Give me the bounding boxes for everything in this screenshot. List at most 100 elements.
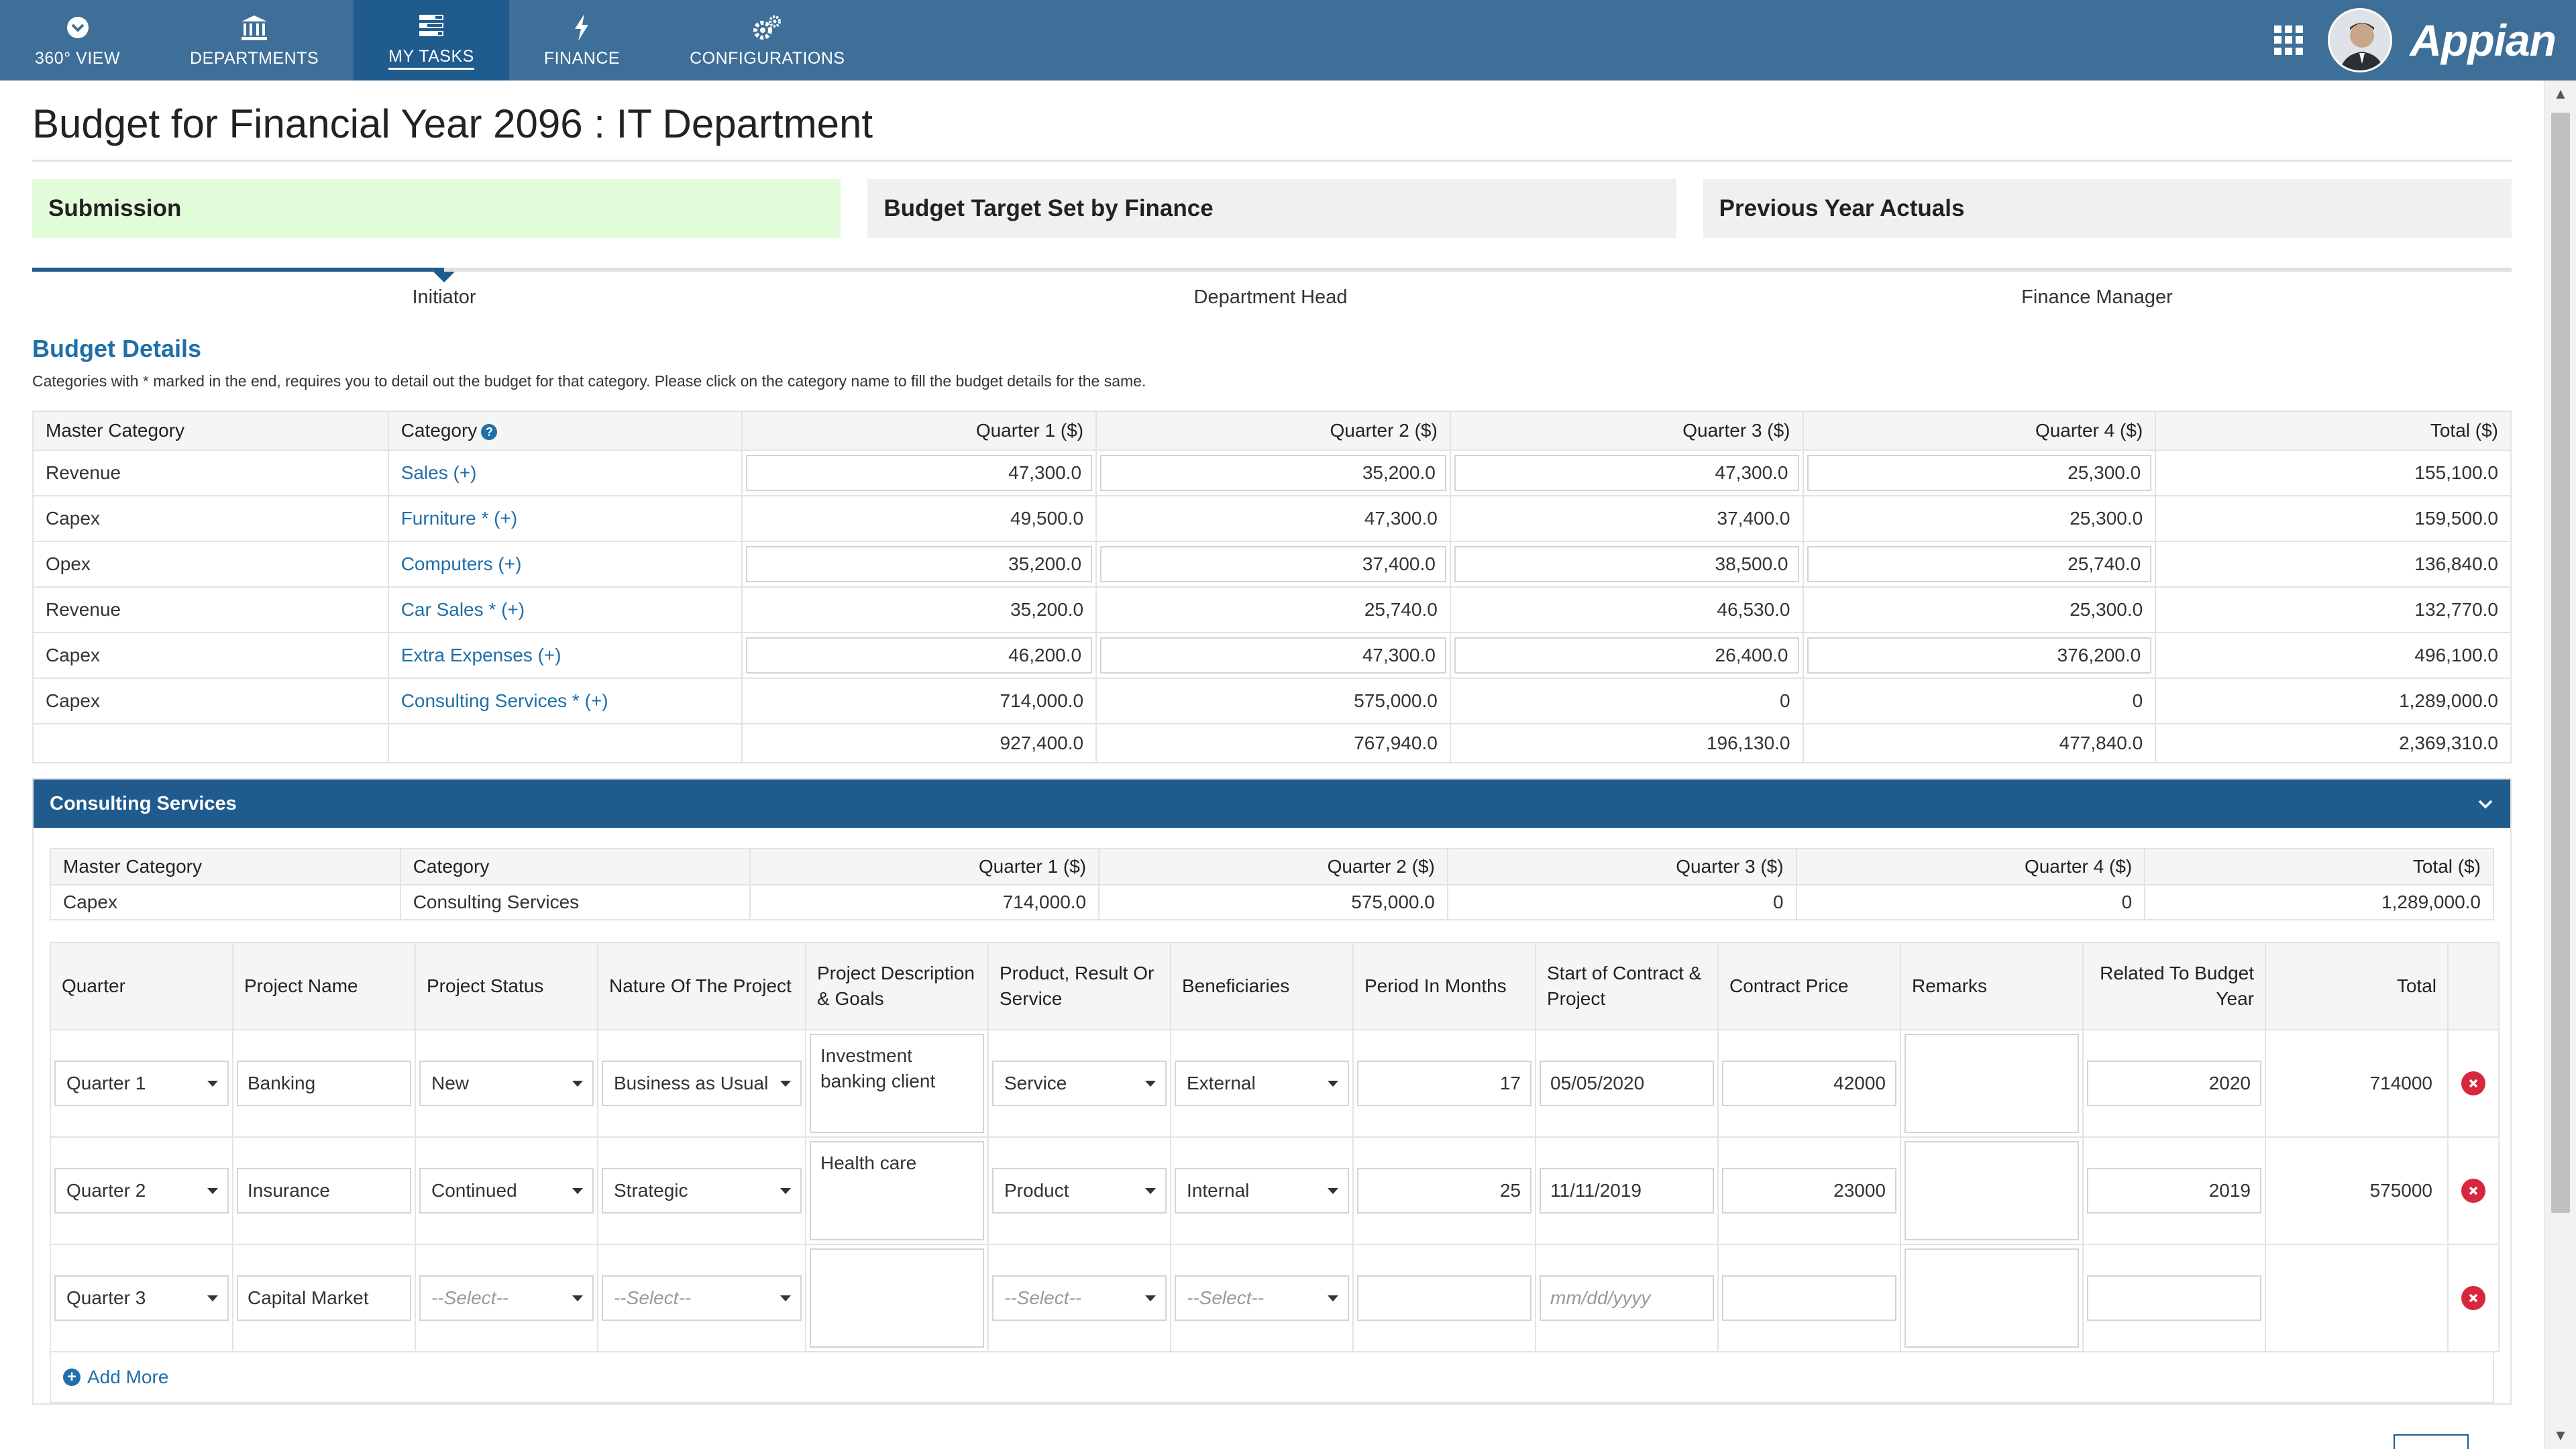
budget-year-input[interactable]: 2019 — [2087, 1168, 2261, 1214]
project-status-cell: --Select-- — [415, 1244, 598, 1352]
category-link[interactable]: Car Sales * (+) — [401, 599, 525, 620]
category-link[interactable]: Computers (+) — [401, 553, 522, 574]
project-description-textarea[interactable] — [810, 1248, 984, 1348]
budget-year-input[interactable] — [2087, 1275, 2261, 1321]
q4-input[interactable] — [1807, 455, 2152, 491]
contract-price-input[interactable] — [1722, 1275, 1896, 1321]
project-name-input[interactable]: Insurance — [237, 1168, 411, 1214]
remarks-textarea[interactable] — [1904, 1141, 2079, 1240]
add-more-button[interactable]: + Add More — [50, 1352, 2494, 1403]
nav-360-view[interactable]: 360° VIEW — [0, 0, 155, 80]
category-link[interactable]: Sales (+) — [401, 462, 477, 483]
user-avatar[interactable] — [2328, 8, 2393, 72]
app-grid-icon[interactable] — [2274, 25, 2304, 55]
tile-budget-target[interactable]: Budget Target Set by Finance — [867, 179, 1676, 238]
delete-row-icon[interactable] — [2461, 1179, 2485, 1203]
q4-input[interactable] — [1807, 637, 2152, 674]
beneficiaries-cell: --Select-- — [1171, 1244, 1354, 1352]
delete-cell — [2448, 1244, 2500, 1352]
project-status-select[interactable]: New — [419, 1061, 594, 1106]
milestone-department-head: Department Head — [1193, 286, 1348, 308]
help-icon[interactable]: ? — [481, 423, 498, 440]
project-name-input[interactable]: Capital Market — [237, 1275, 411, 1321]
category-link[interactable]: Extra Expenses (+) — [401, 645, 561, 665]
period-months-input[interactable] — [1357, 1275, 1532, 1321]
column-header: Quarter 3 ($) — [1447, 849, 1797, 885]
project-status-select[interactable]: --Select-- — [419, 1275, 594, 1321]
q1-cell — [742, 541, 1097, 588]
delete-row-icon[interactable] — [2461, 1286, 2485, 1310]
contract-start-date-input[interactable]: 05/05/2020 — [1540, 1061, 1714, 1106]
beneficiaries-select[interactable]: External — [1175, 1061, 1349, 1106]
beneficiaries-select[interactable]: --Select-- — [1175, 1275, 1349, 1321]
caret-down-icon — [1145, 1295, 1156, 1301]
contract-start-date-input[interactable]: 11/11/2019 — [1540, 1168, 1714, 1214]
quarter-select[interactable]: Quarter 3 — [54, 1275, 229, 1321]
contract-start-date-input[interactable]: mm/dd/yyyy — [1540, 1275, 1714, 1321]
column-header: Contract Price — [1718, 943, 1901, 1030]
table-row: Capex Consulting Services 714,000.0 575,… — [50, 885, 2494, 920]
period-months-input[interactable]: 17 — [1357, 1061, 1532, 1106]
scroll-down-icon[interactable]: ▼ — [2544, 1422, 2576, 1449]
q1-input[interactable] — [746, 637, 1093, 674]
remarks-textarea[interactable] — [1904, 1034, 2079, 1133]
contract-price-cell: 42000 — [1718, 1030, 1901, 1138]
contract-price-input[interactable]: 42000 — [1722, 1061, 1896, 1106]
period-months-input[interactable]: 25 — [1357, 1168, 1532, 1214]
consulting-services-header[interactable]: Consulting Services — [34, 780, 2510, 828]
partial-button[interactable] — [2394, 1434, 2469, 1449]
project-name-input[interactable]: Banking — [237, 1061, 411, 1106]
bolt-icon — [567, 13, 596, 42]
delete-row-icon[interactable] — [2461, 1071, 2485, 1095]
product-result-service-select[interactable]: Product — [992, 1168, 1167, 1214]
project-status-select[interactable]: Continued — [419, 1168, 594, 1214]
q1-cell: 49,500.0 — [742, 496, 1097, 542]
tile-previous-year[interactable]: Previous Year Actuals — [1703, 179, 2512, 238]
product-result-service-select[interactable]: --Select-- — [992, 1275, 1167, 1321]
q3-input[interactable] — [1454, 546, 1799, 582]
page-scrollbar[interactable]: ▲ ▼ — [2544, 80, 2576, 1449]
project-nature-select[interactable]: Business as Usual — [602, 1061, 802, 1106]
consulting-summary-table: Master Category Category Quarter 1 ($) Q… — [50, 848, 2494, 920]
column-header: Quarter 4 ($) — [1796, 849, 2146, 885]
contract-price-input[interactable]: 23000 — [1722, 1168, 1896, 1214]
q3-input[interactable] — [1454, 637, 1799, 674]
total-cell: 136,840.0 — [2155, 541, 2512, 588]
q2-input[interactable] — [1100, 546, 1446, 582]
quarter-select[interactable]: Quarter 1 — [54, 1061, 229, 1106]
nav-my-tasks[interactable]: MY TASKS — [354, 0, 509, 80]
page-title: Budget for Financial Year 2096 : IT Depa… — [32, 101, 873, 146]
category-link[interactable]: Consulting Services * (+) — [401, 690, 608, 711]
master-category-cell: Capex — [33, 678, 389, 724]
q1-input[interactable] — [746, 546, 1093, 582]
project-description-textarea[interactable]: Health care — [810, 1141, 984, 1240]
q1-input[interactable] — [746, 455, 1093, 491]
nav-departments[interactable]: DEPARTMENTS — [155, 0, 354, 80]
beneficiaries-cell: External — [1171, 1030, 1354, 1138]
q2-input[interactable] — [1100, 455, 1446, 491]
tile-submission[interactable]: Submission — [32, 179, 841, 238]
beneficiaries-select[interactable]: Internal — [1175, 1168, 1349, 1214]
q3-input[interactable] — [1454, 455, 1799, 491]
scroll-thumb[interactable] — [2551, 113, 2570, 1213]
scroll-up-icon[interactable]: ▲ — [2544, 80, 2576, 107]
delete-cell — [2448, 1137, 2500, 1245]
q4-input[interactable] — [1807, 546, 2152, 582]
chevron-circle-down-icon — [63, 13, 93, 42]
nav-configurations[interactable]: CONFIGURATIONS — [655, 0, 880, 80]
project-description-textarea[interactable]: Investment banking client — [810, 1034, 984, 1133]
chevron-down-icon[interactable] — [2477, 796, 2494, 813]
nav-finance[interactable]: FINANCE — [509, 0, 655, 80]
project-nature-select[interactable]: --Select-- — [602, 1275, 802, 1321]
budget-year-input[interactable]: 2020 — [2087, 1061, 2261, 1106]
quarter-value: Quarter 2 — [66, 1180, 146, 1201]
project-nature-select[interactable]: Strategic — [602, 1168, 802, 1214]
project-total-cell: 714000 — [2265, 1030, 2449, 1138]
remarks-textarea[interactable] — [1904, 1248, 2079, 1348]
category-link[interactable]: Furniture * (+) — [401, 508, 518, 529]
q3-cell: 37,400.0 — [1450, 496, 1804, 542]
quarter-select[interactable]: Quarter 2 — [54, 1168, 229, 1214]
title-divider — [32, 160, 2512, 162]
product-result-service-select[interactable]: Service — [992, 1061, 1167, 1106]
q2-input[interactable] — [1100, 637, 1446, 674]
